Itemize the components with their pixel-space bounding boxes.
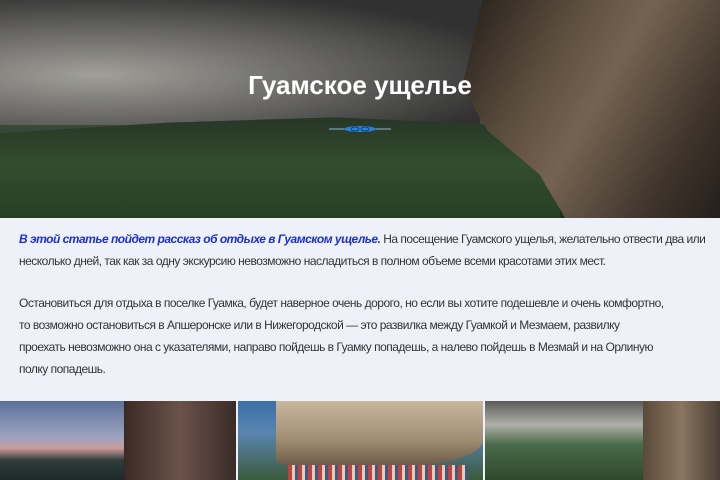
gallery-photo-3[interactable] xyxy=(485,401,720,480)
paragraph-2: Остановиться для отдыха в поселке Гуамка… xyxy=(19,292,717,380)
ornament-divider-icon xyxy=(329,126,391,132)
gallery-photo-2[interactable] xyxy=(238,401,483,480)
gallery-photo-1[interactable] xyxy=(0,401,236,480)
article-body: В этой статье пойдет рассказ об отдыхе в… xyxy=(19,228,717,400)
lead-link[interactable]: В этой статье пойдет рассказ об отдыхе в… xyxy=(19,232,381,246)
paragraph-1-line-1: На посещение Гуамского ущелья, желательн… xyxy=(380,232,706,246)
hero-banner: Гуамское ущелье xyxy=(0,0,720,218)
page-title: Гуамское ущелье xyxy=(248,70,472,100)
paragraph-2-line: то возможно остановиться в Апшеронске ил… xyxy=(19,318,620,332)
paragraph-2-line: проехать невозможно она с указателями, н… xyxy=(19,340,653,354)
paragraph-1: В этой статье пойдет рассказ об отдыхе в… xyxy=(19,228,717,272)
paragraph-2-line: Остановиться для отдыха в поселке Гуамка… xyxy=(19,296,664,310)
paragraph-1-line-2: несколько дней, так как за одну экскурси… xyxy=(19,254,606,268)
hero-overlay xyxy=(0,0,720,218)
paragraph-2-line: полку попадешь. xyxy=(19,362,106,376)
photo-gallery xyxy=(0,401,720,480)
